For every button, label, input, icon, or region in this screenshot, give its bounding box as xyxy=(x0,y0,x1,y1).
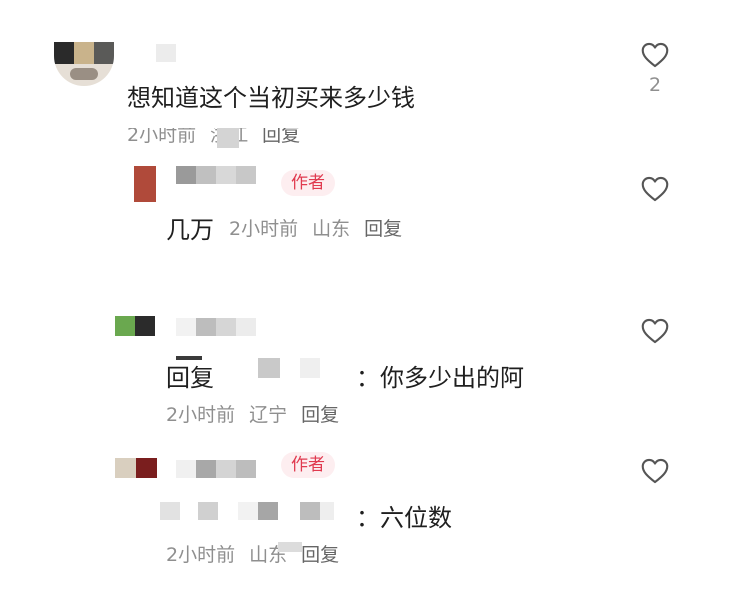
redaction-block xyxy=(278,542,302,552)
author-badge: 作者 xyxy=(281,452,335,478)
comment-text: ：六位数 xyxy=(356,504,452,532)
heart-outline-icon xyxy=(641,458,669,484)
comment-meta: 2小时前 山东 回复 xyxy=(166,540,339,567)
comment-time: 2小时前 xyxy=(166,544,236,566)
comment-4: 作者 ：六位数 2小时前 山东 回复 xyxy=(0,0,741,580)
reply-button[interactable]: 回复 xyxy=(301,544,339,566)
like-button[interactable] xyxy=(639,458,671,484)
avatar[interactable] xyxy=(115,458,157,478)
